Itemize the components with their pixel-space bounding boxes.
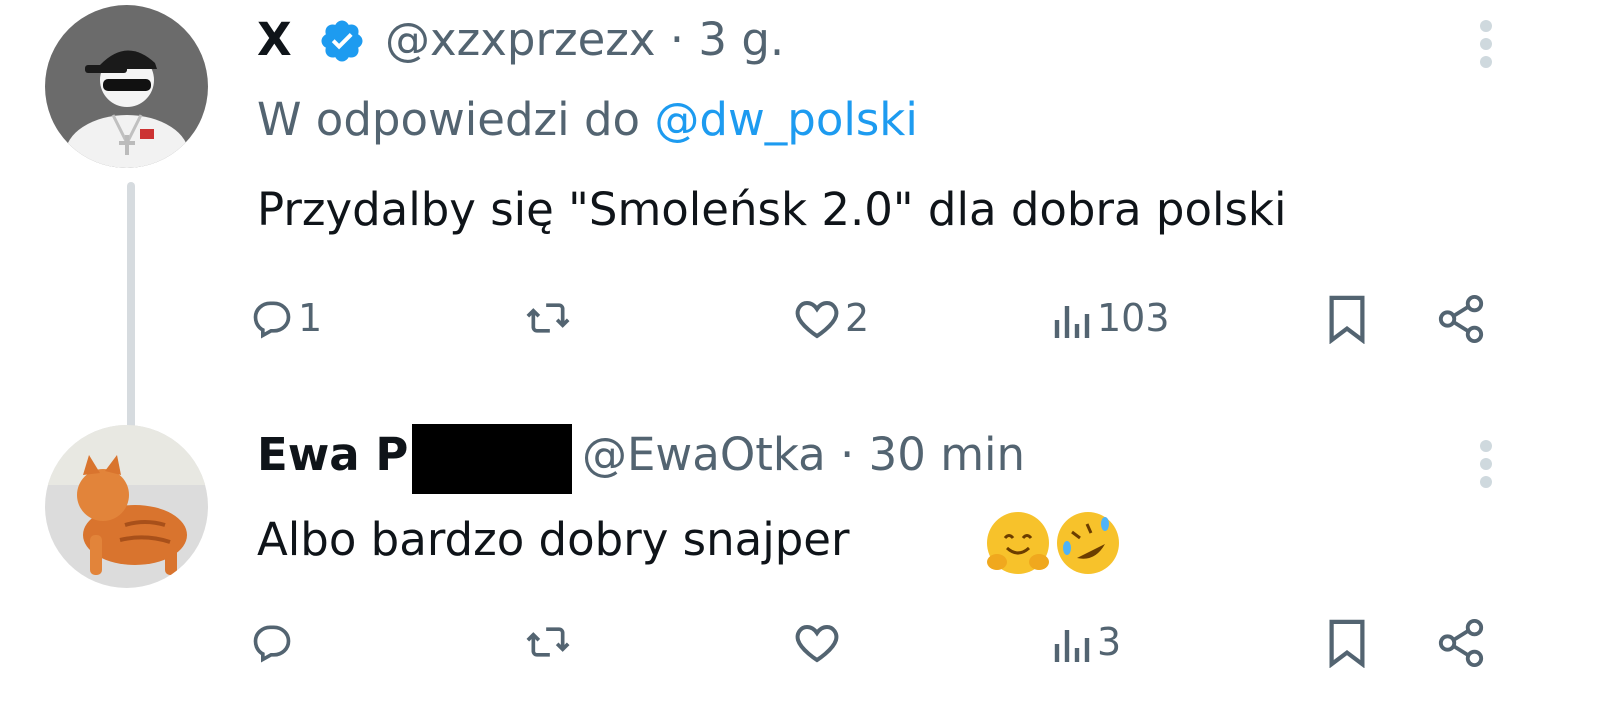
like-icon xyxy=(795,300,839,339)
retweet-button[interactable] xyxy=(523,296,573,340)
reply-context: W odpowiedzi do @dw_polski xyxy=(257,90,918,150)
reply-icon xyxy=(253,625,291,663)
reply-icon xyxy=(253,301,291,339)
views-icon xyxy=(1054,630,1090,662)
verified-badge-icon xyxy=(321,20,363,62)
display-name[interactable]: X xyxy=(257,10,292,70)
like-button[interactable]: 2 xyxy=(793,296,869,340)
tweet-text: Albo bardzo dobry snajper xyxy=(257,513,850,566)
display-name[interactable]: Ewa P xyxy=(257,425,408,485)
share-button[interactable] xyxy=(1435,618,1487,668)
bookmark-icon xyxy=(1329,295,1365,344)
reply-button[interactable] xyxy=(250,620,298,664)
reply-mention-link[interactable]: @dw_polski xyxy=(654,93,917,146)
tweet-text: Przydalby się "Smoleńsk 2.0" dla dobra p… xyxy=(257,183,1287,236)
views-button[interactable]: 103 xyxy=(1053,296,1170,340)
bookmark-icon xyxy=(1329,619,1365,668)
handle-and-time[interactable]: @xzxprzezx · 3 g. xyxy=(385,10,784,70)
bookmark-button[interactable] xyxy=(1325,294,1369,344)
views-icon xyxy=(1054,306,1090,338)
views-button[interactable]: 3 xyxy=(1053,620,1121,664)
retweet-icon xyxy=(526,627,570,657)
handle-and-time[interactable]: @EwaOtka · 30 min xyxy=(582,425,1025,485)
like-count: 2 xyxy=(845,296,870,340)
views-count: 3 xyxy=(1097,620,1122,664)
thread-connector-line xyxy=(127,182,135,432)
like-button[interactable] xyxy=(793,620,845,664)
more-options-icon[interactable] xyxy=(1480,20,1496,74)
redaction-block xyxy=(412,424,572,494)
avatar-ewaotka[interactable] xyxy=(45,425,208,588)
share-button[interactable] xyxy=(1435,294,1487,344)
more-options-icon[interactable] xyxy=(1480,440,1496,494)
reply-count: 1 xyxy=(298,296,323,340)
hugging-face-emoji xyxy=(987,512,1049,574)
reply-prefix: W odpowiedzi do xyxy=(257,93,655,146)
reply-button[interactable]: 1 xyxy=(250,296,322,340)
avatar-xzxprzezx[interactable] xyxy=(45,5,208,168)
bookmark-button[interactable] xyxy=(1325,618,1369,668)
retweet-icon xyxy=(526,303,570,333)
share-icon xyxy=(1438,294,1484,344)
like-icon xyxy=(795,624,839,663)
views-count: 103 xyxy=(1097,296,1170,340)
retweet-button[interactable] xyxy=(523,620,573,664)
share-icon xyxy=(1438,618,1484,668)
rolling-on-floor-laughing-emoji xyxy=(1057,512,1119,574)
